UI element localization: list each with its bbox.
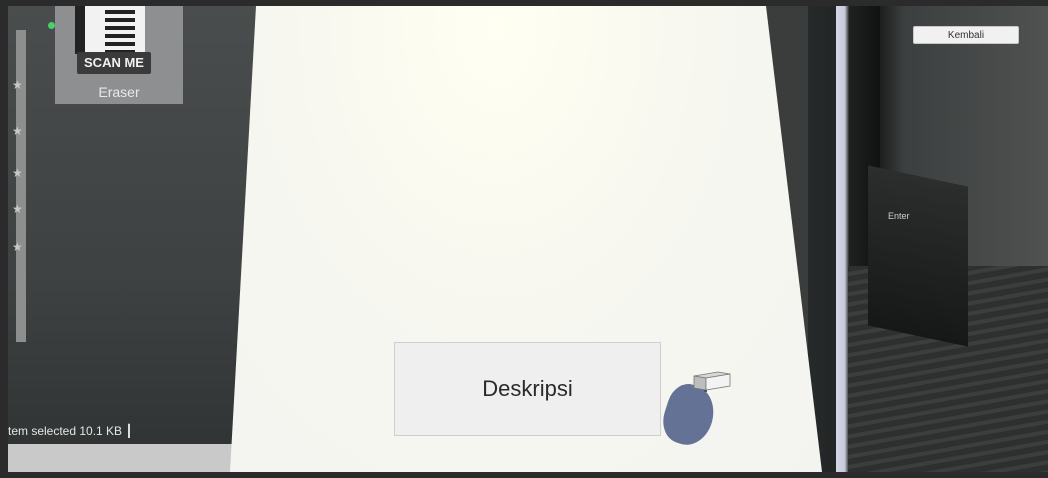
pin-icon: ★ (12, 124, 23, 138)
pin-icon: ★ (12, 166, 23, 180)
taskbar-background (8, 444, 258, 472)
qr-caption: SCAN ME (77, 52, 151, 74)
background-monitor: ★ ★ ★ ★ ★ SCAN ME Eraser tem selected 10… (8, 6, 258, 472)
explorer-status-text: tem selected 10.1 KB ┃ (8, 424, 133, 438)
qr-thumbnail-card: SCAN ME Eraser (55, 6, 183, 104)
background-keyboard (868, 165, 968, 347)
pin-icon: ★ (12, 240, 23, 254)
ar-3d-model[interactable] (690, 370, 732, 392)
enter-key-label: Enter (888, 211, 910, 221)
scrollbar-rail-background (16, 30, 26, 342)
description-button[interactable]: Deskripsi (394, 342, 661, 436)
back-button[interactable]: Kembali (913, 26, 1019, 44)
window-bottom-border (0, 472, 1048, 478)
qr-code-image (75, 6, 145, 54)
pin-icon: ★ (12, 78, 23, 92)
status-dot (48, 22, 55, 29)
thumbnail-label: Eraser (98, 84, 140, 100)
pin-icon: ★ (12, 202, 23, 216)
